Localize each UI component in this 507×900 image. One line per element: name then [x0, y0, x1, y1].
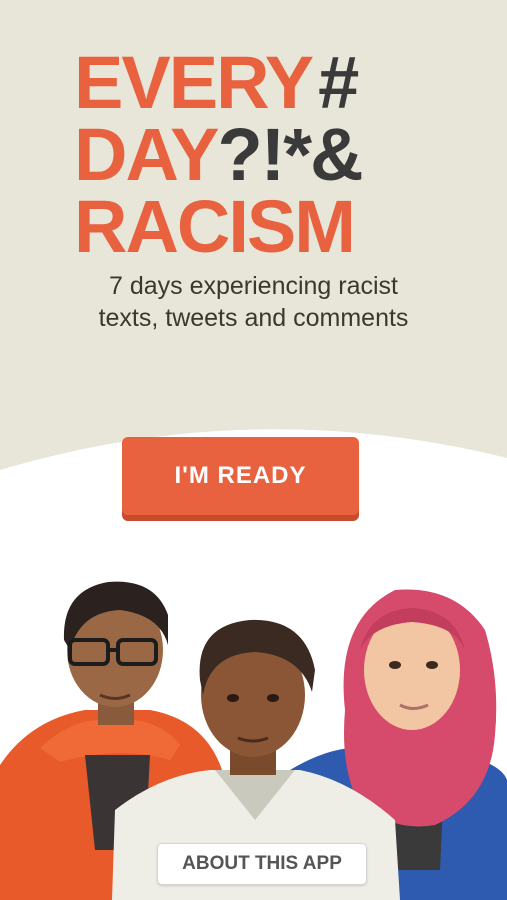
about-this-app-button[interactable]: ABOUT THIS APP	[157, 843, 367, 885]
logo-word-racism: RACISM	[74, 185, 356, 268]
tagline-line-2: texts, tweets and comments	[98, 304, 409, 332]
tagline-line-1: 7 days experiencing racist	[108, 272, 399, 300]
logo-word-day: DAY	[74, 113, 219, 196]
logo-word-every: EVERY	[74, 41, 314, 124]
tagline: 7 days experiencing racist texts, tweets…	[0, 270, 507, 334]
im-ready-button[interactable]: I'M READY	[122, 437, 359, 515]
logo-symbol-hash: #	[318, 41, 359, 124]
app-logo: EVERY# DAY?!*& RACISM	[74, 46, 434, 264]
logo-symbols: ?!*&	[217, 113, 363, 196]
